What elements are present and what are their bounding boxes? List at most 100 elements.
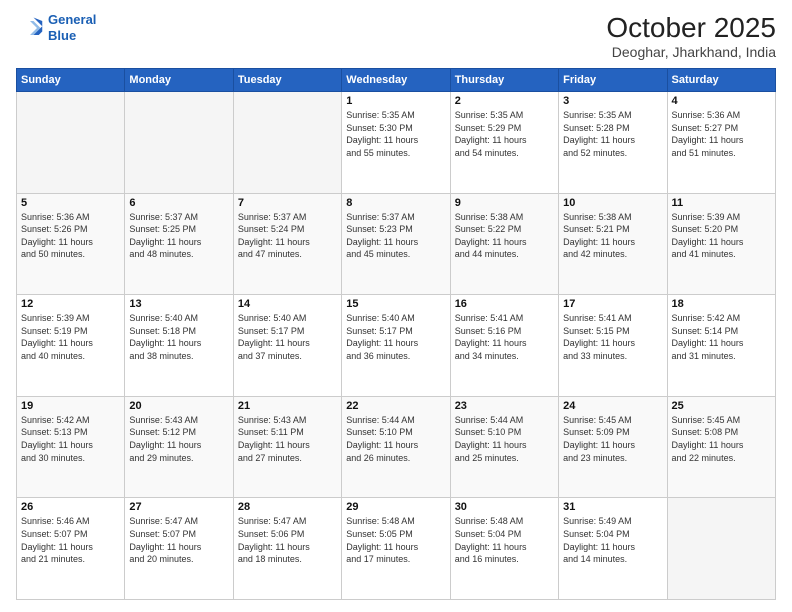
- table-row: [667, 498, 775, 600]
- table-row: 16 Sunrise: 5:41 AM Sunset: 5:16 PM Dayli…: [450, 295, 558, 397]
- day-info: Sunrise: 5:43 AM Sunset: 5:11 PM Dayligh…: [238, 414, 337, 464]
- day-number: 7: [238, 197, 337, 209]
- calendar-week-row: 26 Sunrise: 5:46 AM Sunset: 5:07 PM Dayli…: [17, 498, 776, 600]
- col-sunday: Sunday: [17, 69, 125, 92]
- table-row: 12 Sunrise: 5:39 AM Sunset: 5:19 PM Dayli…: [17, 295, 125, 397]
- table-row: 14 Sunrise: 5:40 AM Sunset: 5:17 PM Dayli…: [233, 295, 341, 397]
- col-saturday: Saturday: [667, 69, 775, 92]
- col-tuesday: Tuesday: [233, 69, 341, 92]
- day-info: Sunrise: 5:38 AM Sunset: 5:21 PM Dayligh…: [563, 211, 662, 261]
- calendar-header-row: Sunday Monday Tuesday Wednesday Thursday…: [17, 69, 776, 92]
- day-number: 9: [455, 197, 554, 209]
- day-number: 14: [238, 298, 337, 310]
- day-info: Sunrise: 5:41 AM Sunset: 5:16 PM Dayligh…: [455, 312, 554, 362]
- day-info: Sunrise: 5:41 AM Sunset: 5:15 PM Dayligh…: [563, 312, 662, 362]
- day-info: Sunrise: 5:39 AM Sunset: 5:20 PM Dayligh…: [672, 211, 771, 261]
- table-row: 4 Sunrise: 5:36 AM Sunset: 5:27 PM Daylig…: [667, 92, 775, 194]
- table-row: 30 Sunrise: 5:48 AM Sunset: 5:04 PM Dayli…: [450, 498, 558, 600]
- day-number: 2: [455, 95, 554, 107]
- table-row: 2 Sunrise: 5:35 AM Sunset: 5:29 PM Daylig…: [450, 92, 558, 194]
- day-info: Sunrise: 5:40 AM Sunset: 5:18 PM Dayligh…: [129, 312, 228, 362]
- day-info: Sunrise: 5:35 AM Sunset: 5:29 PM Dayligh…: [455, 109, 554, 159]
- table-row: 17 Sunrise: 5:41 AM Sunset: 5:15 PM Dayli…: [559, 295, 667, 397]
- table-row: 6 Sunrise: 5:37 AM Sunset: 5:25 PM Daylig…: [125, 193, 233, 295]
- col-monday: Monday: [125, 69, 233, 92]
- day-info: Sunrise: 5:37 AM Sunset: 5:25 PM Dayligh…: [129, 211, 228, 261]
- table-row: 29 Sunrise: 5:48 AM Sunset: 5:05 PM Dayli…: [342, 498, 450, 600]
- day-number: 29: [346, 501, 445, 513]
- header: General Blue October 2025 Deoghar, Jhark…: [16, 12, 776, 60]
- day-info: Sunrise: 5:48 AM Sunset: 5:04 PM Dayligh…: [455, 515, 554, 565]
- col-wednesday: Wednesday: [342, 69, 450, 92]
- day-info: Sunrise: 5:44 AM Sunset: 5:10 PM Dayligh…: [455, 414, 554, 464]
- day-info: Sunrise: 5:38 AM Sunset: 5:22 PM Dayligh…: [455, 211, 554, 261]
- table-row: 28 Sunrise: 5:47 AM Sunset: 5:06 PM Dayli…: [233, 498, 341, 600]
- table-row: [17, 92, 125, 194]
- page: General Blue October 2025 Deoghar, Jhark…: [0, 0, 792, 612]
- day-number: 11: [672, 197, 771, 209]
- day-number: 10: [563, 197, 662, 209]
- day-number: 26: [21, 501, 120, 513]
- month-title: October 2025: [606, 12, 776, 44]
- day-number: 30: [455, 501, 554, 513]
- day-number: 6: [129, 197, 228, 209]
- day-info: Sunrise: 5:45 AM Sunset: 5:08 PM Dayligh…: [672, 414, 771, 464]
- table-row: 15Sunrise: 5:40 AM Sunset: 5:17 PM Dayli…: [342, 295, 450, 397]
- calendar-body: 1Sunrise: 5:35 AM Sunset: 5:30 PM Daylig…: [17, 92, 776, 600]
- table-row: [233, 92, 341, 194]
- table-row: 19Sunrise: 5:42 AM Sunset: 5:13 PM Dayli…: [17, 396, 125, 498]
- table-row: 5 Sunrise: 5:36 AM Sunset: 5:26 PM Daylig…: [17, 193, 125, 295]
- calendar-week-row: 1Sunrise: 5:35 AM Sunset: 5:30 PM Daylig…: [17, 92, 776, 194]
- logo-text: General Blue: [48, 12, 96, 43]
- day-info: Sunrise: 5:44 AM Sunset: 5:10 PM Dayligh…: [346, 414, 445, 464]
- title-block: October 2025 Deoghar, Jharkhand, India: [606, 12, 776, 60]
- day-info: Sunrise: 5:37 AM Sunset: 5:24 PM Dayligh…: [238, 211, 337, 261]
- day-number: 13: [129, 298, 228, 310]
- day-info: Sunrise: 5:40 AM Sunset: 5:17 PM Dayligh…: [238, 312, 337, 362]
- day-info: Sunrise: 5:36 AM Sunset: 5:27 PM Dayligh…: [672, 109, 771, 159]
- day-number: 25: [672, 400, 771, 412]
- day-info: Sunrise: 5:42 AM Sunset: 5:14 PM Dayligh…: [672, 312, 771, 362]
- table-row: 20 Sunrise: 5:43 AM Sunset: 5:12 PM Dayli…: [125, 396, 233, 498]
- day-number: 17: [563, 298, 662, 310]
- table-row: 23Sunrise: 5:44 AM Sunset: 5:10 PM Dayli…: [450, 396, 558, 498]
- logo: General Blue: [16, 12, 96, 43]
- calendar-week-row: 5 Sunrise: 5:36 AM Sunset: 5:26 PM Daylig…: [17, 193, 776, 295]
- day-info: Sunrise: 5:46 AM Sunset: 5:07 PM Dayligh…: [21, 515, 120, 565]
- day-info: Sunrise: 5:36 AM Sunset: 5:26 PM Dayligh…: [21, 211, 120, 261]
- logo-icon: [16, 14, 44, 42]
- day-number: 18: [672, 298, 771, 310]
- day-info: Sunrise: 5:47 AM Sunset: 5:07 PM Dayligh…: [129, 515, 228, 565]
- day-info: Sunrise: 5:43 AM Sunset: 5:12 PM Dayligh…: [129, 414, 228, 464]
- day-number: 28: [238, 501, 337, 513]
- day-number: 20: [129, 400, 228, 412]
- day-number: 5: [21, 197, 120, 209]
- table-row: 13 Sunrise: 5:40 AM Sunset: 5:18 PM Dayli…: [125, 295, 233, 397]
- day-number: 16: [455, 298, 554, 310]
- day-number: 8: [346, 197, 445, 209]
- table-row: 22 Sunrise: 5:44 AM Sunset: 5:10 PM Dayli…: [342, 396, 450, 498]
- calendar-table: Sunday Monday Tuesday Wednesday Thursday…: [16, 68, 776, 600]
- day-info: Sunrise: 5:37 AM Sunset: 5:23 PM Dayligh…: [346, 211, 445, 261]
- table-row: 31 Sunrise: 5:49 AM Sunset: 5:04 PM Dayli…: [559, 498, 667, 600]
- day-number: 12: [21, 298, 120, 310]
- day-number: 31: [563, 501, 662, 513]
- day-number: 4: [672, 95, 771, 107]
- day-info: Sunrise: 5:48 AM Sunset: 5:05 PM Dayligh…: [346, 515, 445, 565]
- day-number: 19: [21, 400, 120, 412]
- table-row: 7 Sunrise: 5:37 AM Sunset: 5:24 PM Daylig…: [233, 193, 341, 295]
- day-number: 27: [129, 501, 228, 513]
- day-info: Sunrise: 5:39 AM Sunset: 5:19 PM Dayligh…: [21, 312, 120, 362]
- table-row: 11 Sunrise: 5:39 AM Sunset: 5:20 PM Dayli…: [667, 193, 775, 295]
- calendar-week-row: 12 Sunrise: 5:39 AM Sunset: 5:19 PM Dayli…: [17, 295, 776, 397]
- day-info: Sunrise: 5:45 AM Sunset: 5:09 PM Dayligh…: [563, 414, 662, 464]
- day-number: 1: [346, 95, 445, 107]
- day-number: 3: [563, 95, 662, 107]
- day-info: Sunrise: 5:47 AM Sunset: 5:06 PM Dayligh…: [238, 515, 337, 565]
- location-subtitle: Deoghar, Jharkhand, India: [606, 44, 776, 60]
- day-info: Sunrise: 5:49 AM Sunset: 5:04 PM Dayligh…: [563, 515, 662, 565]
- day-info: Sunrise: 5:40 AM Sunset: 5:17 PM Dayligh…: [346, 312, 445, 362]
- day-number: 22: [346, 400, 445, 412]
- table-row: 21 Sunrise: 5:43 AM Sunset: 5:11 PM Dayli…: [233, 396, 341, 498]
- day-number: 21: [238, 400, 337, 412]
